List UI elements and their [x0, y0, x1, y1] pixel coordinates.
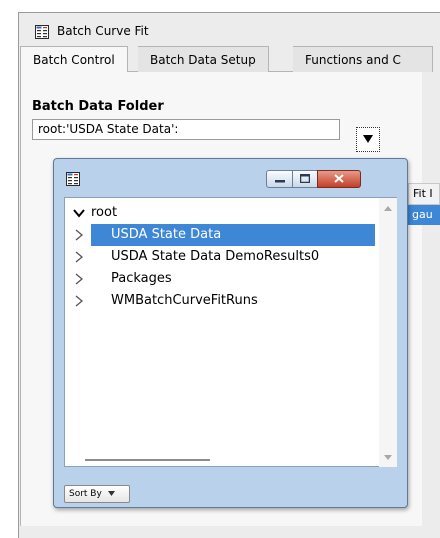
close-button[interactable] — [317, 170, 361, 188]
tree-label-wmbatchcurvefitruns: WMBatchCurveFitRuns — [111, 293, 258, 308]
scroll-up-icon[interactable] — [379, 200, 397, 216]
tree-label-packages: Packages — [111, 271, 172, 286]
batch-data-folder-field[interactable]: root:'USDA State Data': — [32, 119, 340, 140]
folder-browser-popup: root USDA State Data USDA State Data Dem… — [53, 158, 408, 508]
chevron-right-icon[interactable] — [72, 224, 86, 246]
tab-bar: Batch Control Batch Data Setup Functions… — [20, 46, 433, 73]
chevron-right-icon[interactable] — [72, 290, 86, 312]
table-icon — [35, 25, 49, 39]
triangle-down-icon — [107, 489, 115, 499]
chevron-right-icon[interactable] — [72, 268, 86, 290]
tree-row-usda-state-data-demoresults0[interactable]: USDA State Data DemoResults0 — [65, 246, 375, 268]
table-icon — [66, 172, 80, 186]
sort-by-label: Sort By — [69, 489, 102, 499]
sort-by-button[interactable]: Sort By — [64, 485, 130, 503]
tree-row-packages[interactable]: Packages — [65, 268, 375, 290]
window-title: Batch Curve Fit — [57, 24, 149, 38]
tree-label-root: root — [91, 205, 118, 220]
fit-column-selected-cell[interactable]: gau — [408, 205, 440, 225]
chevron-down-icon[interactable] — [72, 202, 86, 224]
scroll-down-icon[interactable] — [379, 449, 397, 465]
chevron-right-icon[interactable] — [72, 246, 86, 268]
maximize-button[interactable] — [292, 170, 318, 188]
batch-data-folder-label: Batch Data Folder — [32, 99, 164, 114]
tree-label-usda-state-data-demoresults0: USDA State Data DemoResults0 — [111, 249, 320, 264]
minimize-icon — [274, 172, 285, 186]
folder-tree: root USDA State Data USDA State Data Dem… — [64, 197, 397, 467]
minimize-button[interactable] — [266, 170, 293, 188]
tab-batch-data-setup[interactable]: Batch Data Setup — [138, 46, 269, 72]
fit-column-header: Fit I — [408, 183, 440, 205]
vertical-scrollbar[interactable] — [379, 198, 397, 467]
tab-functions-and-constraints[interactable]: Functions and C — [293, 46, 433, 72]
folder-dropdown-button[interactable] — [356, 127, 380, 152]
triangle-down-icon — [363, 133, 373, 146]
tree-row-usda-state-data[interactable]: USDA State Data — [65, 224, 375, 246]
tree-row-wmbatchcurvefitruns[interactable]: WMBatchCurveFitRuns — [65, 290, 375, 312]
maximize-icon — [299, 172, 311, 186]
tab-batch-control[interactable]: Batch Control — [20, 46, 128, 73]
close-icon — [334, 172, 344, 186]
tree-row-root[interactable]: root — [65, 202, 375, 224]
tree-label-usda-state-data: USDA State Data — [111, 227, 222, 242]
horizontal-scrollbar[interactable] — [85, 459, 210, 461]
